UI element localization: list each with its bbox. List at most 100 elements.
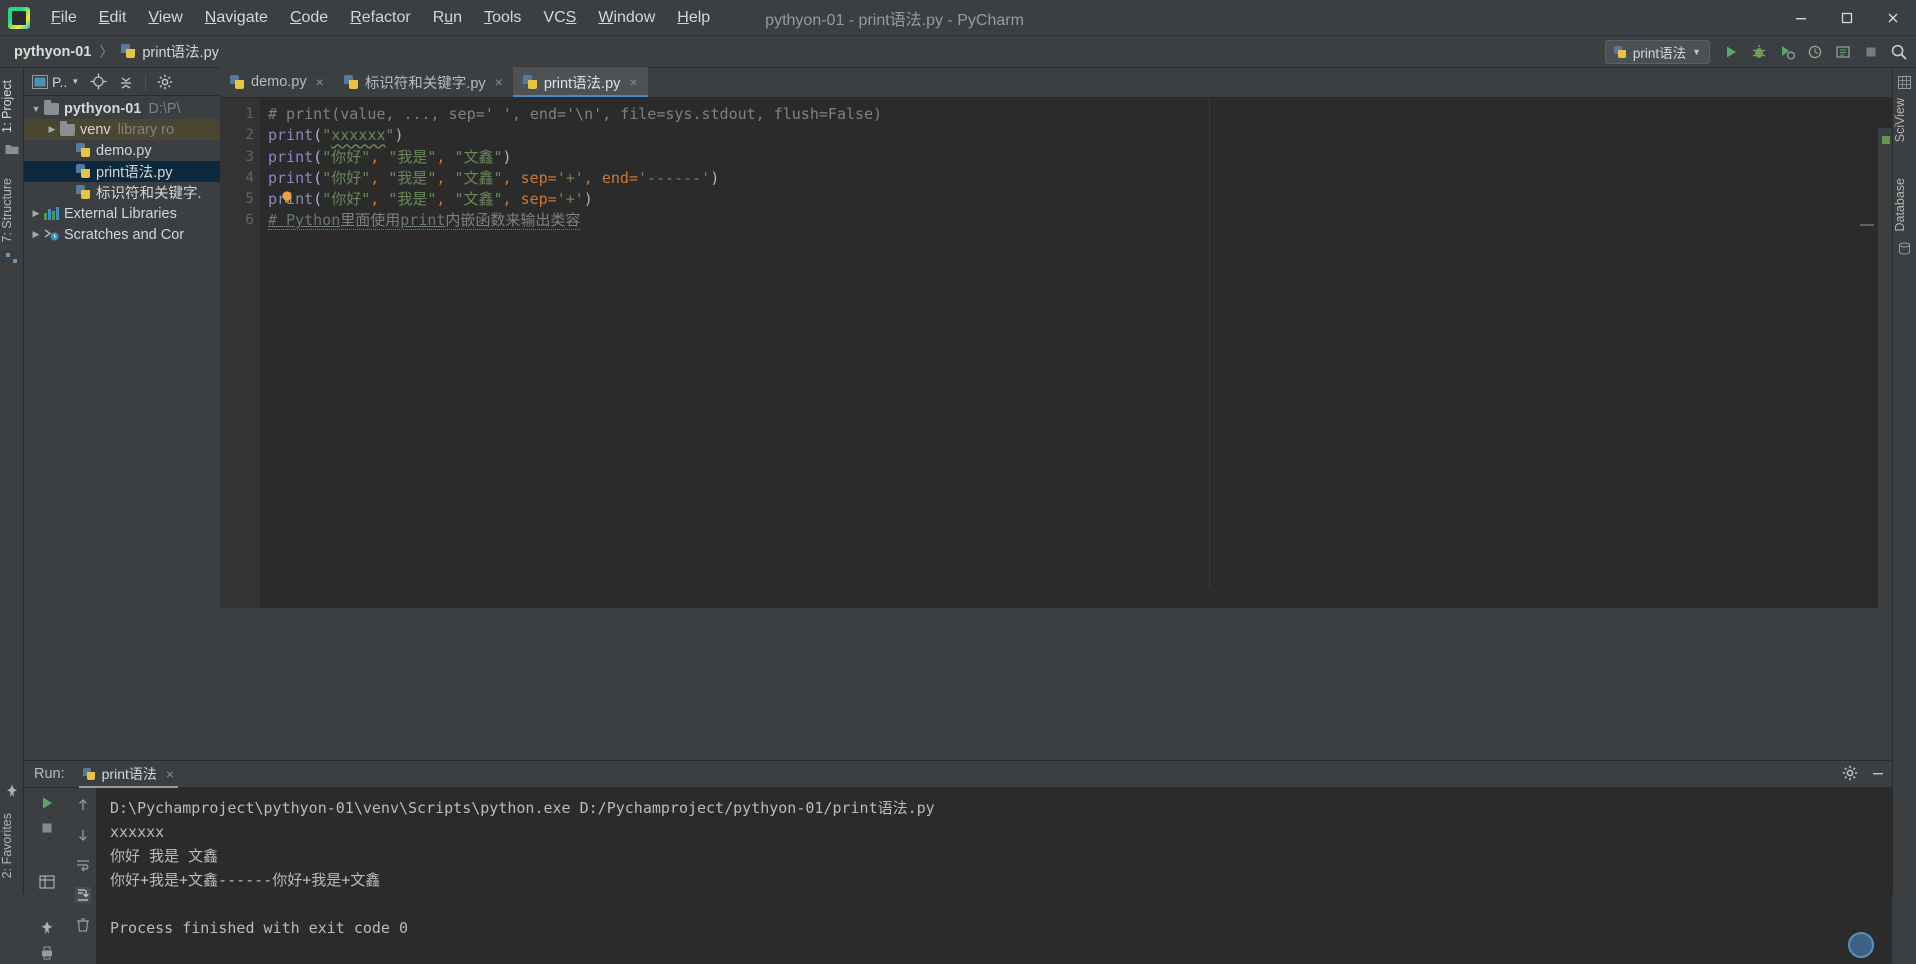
navbar-actions: print语法 ▼ — [1604, 36, 1912, 68]
chevron-right-icon[interactable]: ▶ — [28, 229, 44, 240]
editor-scrollbar[interactable] — [1878, 128, 1892, 608]
menu-item-file[interactable]: File — [40, 0, 88, 36]
code-text-area[interactable]: # print(value, ..., sep=' ', end='\n', f… — [266, 98, 1892, 608]
gear-icon[interactable] — [1842, 765, 1858, 786]
stop-button[interactable] — [34, 816, 60, 838]
scroll-to-end-button[interactable] — [70, 882, 96, 908]
run-tab-label: print语法 — [101, 766, 157, 782]
tree-node-scratches-and-consoles[interactable]: ▶ Scratches and Cor — [24, 224, 220, 245]
arrow-up-icon[interactable] — [70, 792, 96, 818]
close-icon[interactable]: × — [166, 766, 174, 782]
menu-item-refactor[interactable]: Refactor — [339, 0, 421, 36]
rerun-button[interactable] — [34, 792, 60, 814]
maximize-icon[interactable] — [1824, 0, 1870, 36]
line-number: 6 — [245, 212, 254, 229]
project-tree: ▼ pythyon-01 D:\P\ ▶ venv library ro dem… — [24, 96, 220, 245]
run-tab-print-syntax[interactable]: print语法 × — [75, 761, 182, 788]
project-toolbar: P.. ▼ — [24, 68, 220, 96]
folder-icon — [44, 99, 59, 115]
main-menu: File Edit View Navigate Code Refactor Ru… — [40, 0, 721, 36]
stop-button[interactable] — [1858, 39, 1884, 65]
menu-item-code[interactable]: Code — [279, 0, 339, 36]
libraries-icon — [44, 207, 59, 220]
tab-print-syntax-py[interactable]: print语法.py × — [512, 67, 648, 97]
arrow-down-icon[interactable] — [70, 822, 96, 848]
left-tool-stripe: 1: Project 7: Structure 2: Favorites — [0, 68, 24, 894]
run-coverage-button[interactable] — [1774, 39, 1800, 65]
console-line: 你好+我是+文鑫------你好+我是+文鑫 — [110, 871, 381, 889]
pin-icon[interactable] — [34, 917, 60, 939]
run-configuration-selector[interactable]: print语法 ▼ — [1604, 40, 1710, 64]
menu-item-vcs[interactable]: VCS — [532, 0, 587, 36]
profile-button[interactable] — [1802, 39, 1828, 65]
sidebar-item-favorites[interactable]: 2: Favorites — [0, 807, 23, 884]
menu-item-edit[interactable]: Edit — [88, 0, 138, 36]
tree-node-tag: library ro — [117, 121, 175, 138]
tab-identifier-keywords-py[interactable]: 标识符和关键字.py × — [333, 67, 513, 97]
chevron-right-icon[interactable]: ▶ — [28, 208, 44, 219]
debug-button[interactable] — [1746, 39, 1772, 65]
tree-node-print-syntax-py[interactable]: print语法.py — [24, 161, 220, 182]
fold-marker[interactable] — [1860, 224, 1874, 226]
menu-item-view[interactable]: View — [137, 0, 193, 36]
hide-tool-window-icon[interactable] — [1870, 765, 1886, 786]
tree-node-venv[interactable]: ▶ venv library ro — [24, 119, 220, 140]
chevron-right-icon[interactable]: ▶ — [44, 124, 60, 135]
menu-item-run[interactable]: Run — [422, 0, 473, 36]
close-icon[interactable] — [1870, 0, 1916, 36]
close-icon[interactable]: × — [495, 74, 503, 90]
minimize-icon[interactable] — [1778, 0, 1824, 36]
tree-node-label: venv — [80, 121, 111, 138]
tree-node-demo-py[interactable]: demo.py — [24, 140, 220, 161]
python-file-icon — [76, 143, 91, 158]
gear-icon[interactable] — [152, 70, 178, 94]
tree-node-identifier-keywords-py[interactable]: 标识符和关键字. — [24, 182, 220, 203]
structure-icon[interactable] — [0, 252, 23, 267]
search-everywhere-button[interactable] — [1886, 39, 1912, 65]
soft-wrap-button[interactable] — [70, 852, 96, 878]
code-editor[interactable]: 1 2 3 4 5 6 # print(value, ..., sep=' ',… — [220, 98, 1892, 608]
breadcrumb-project[interactable]: pythyon-01 — [14, 44, 91, 60]
tree-node-pythyon-01[interactable]: ▼ pythyon-01 D:\P\ — [24, 98, 220, 119]
lightbulb-icon[interactable] — [280, 190, 294, 204]
chevron-down-icon[interactable]: ▼ — [28, 104, 44, 114]
attach-button[interactable] — [1830, 39, 1856, 65]
menu-item-navigate[interactable]: Navigate — [194, 0, 279, 36]
tab-demo-py[interactable]: demo.py × — [220, 67, 334, 97]
close-icon[interactable]: × — [316, 74, 324, 90]
sidebar-item-structure[interactable]: 7: Structure — [0, 172, 23, 249]
collapse-all-button[interactable] — [113, 70, 139, 94]
window-controls — [1778, 0, 1916, 36]
sidebar-item-project[interactable]: 1: Project — [0, 74, 23, 139]
run-button[interactable] — [1718, 39, 1744, 65]
sidebar-item-sciview[interactable]: SciView — [1893, 92, 1916, 148]
table-view-button[interactable] — [34, 871, 60, 893]
sidebar-item-database[interactable]: Database — [1893, 172, 1916, 238]
sciview-grid-icon[interactable] — [1893, 76, 1916, 92]
code-line-2: print("xxxxxx") — [268, 126, 404, 145]
assistant-button[interactable] — [1848, 932, 1874, 958]
tree-node-label: Scratches and Cor — [64, 226, 185, 243]
project-view-selector[interactable]: P.. ▼ — [28, 70, 83, 94]
breadcrumb-file[interactable]: print语法.py — [142, 41, 219, 62]
folder-icon[interactable] — [0, 143, 23, 158]
tree-node-label: pythyon-01 — [64, 100, 142, 117]
status-badge — [1882, 136, 1890, 144]
tree-node-external-libraries[interactable]: ▶ External Libraries — [24, 203, 220, 224]
menu-item-tools[interactable]: Tools — [473, 0, 532, 36]
pin-icon[interactable] — [0, 784, 23, 801]
printer-icon[interactable] — [34, 942, 60, 964]
menu-item-window[interactable]: Window — [587, 0, 666, 36]
database-icon[interactable] — [1893, 242, 1916, 258]
run-tool-window: Run: print语法 × D:\Pychamproject\pythyon-… — [24, 760, 1892, 964]
close-icon[interactable]: × — [629, 74, 637, 90]
right-tool-stripe: SciView Database — [1892, 68, 1916, 894]
code-line-3: print("你好", "我是", "文鑫") — [268, 147, 512, 166]
trash-icon[interactable] — [70, 912, 96, 938]
code-line-6: # Python里面使用print内嵌函数来输出类容 — [268, 211, 581, 231]
menu-item-help[interactable]: Help — [666, 0, 721, 36]
console-output[interactable]: D:\Pychamproject\pythyon-01\venv\Scripts… — [96, 788, 1892, 964]
right-margin-line — [1209, 98, 1210, 588]
locate-file-button[interactable] — [85, 70, 111, 94]
